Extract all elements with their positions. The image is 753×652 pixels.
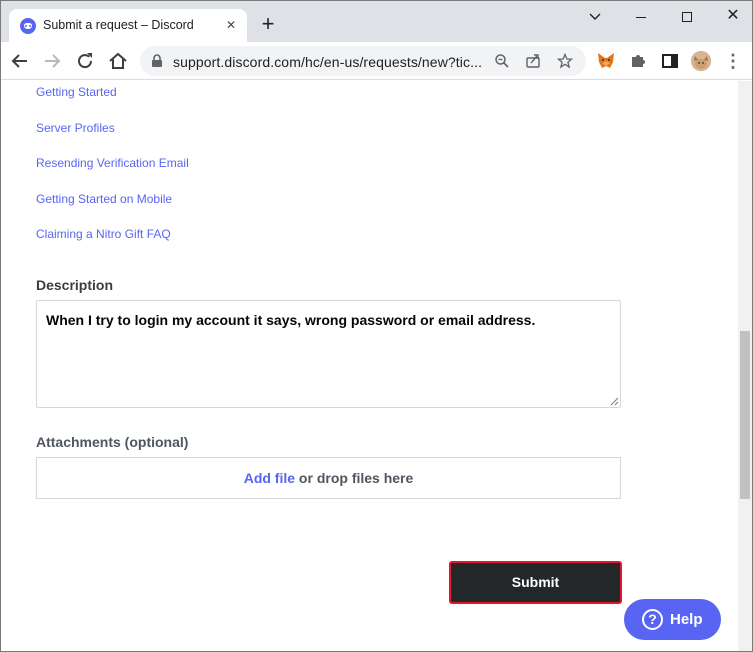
home-icon[interactable] — [107, 50, 129, 72]
forward-icon[interactable] — [41, 50, 63, 72]
description-label: Description — [36, 277, 114, 293]
profile-avatar[interactable] — [691, 51, 711, 71]
tab-search-chevron-icon[interactable] — [572, 3, 618, 29]
resize-handle-icon[interactable] — [610, 397, 619, 406]
share-icon[interactable] — [525, 53, 541, 69]
article-link-nitro-gift-faq[interactable]: Claiming a Nitro Gift FAQ — [36, 227, 171, 241]
tab-close-icon[interactable]: ✕ — [223, 17, 239, 33]
maximize-icon — [682, 12, 692, 23]
url-text[interactable]: support.discord.com/hc/en-us/requests/ne… — [173, 54, 482, 70]
puzzle-icon[interactable] — [628, 51, 648, 71]
kebab-menu-icon[interactable]: ⋮ — [723, 51, 743, 71]
address-bar[interactable]: support.discord.com/hc/en-us/requests/ne… — [140, 46, 586, 76]
minimize-icon — [636, 16, 646, 18]
help-button[interactable]: ? Help — [624, 599, 721, 640]
star-icon[interactable] — [556, 52, 574, 69]
minimize-button[interactable] — [618, 3, 664, 29]
back-icon[interactable] — [9, 50, 31, 72]
tab-strip: Submit a request – Discord ✕ + ✕ — [1, 1, 752, 42]
lock-icon[interactable] — [150, 54, 164, 68]
submit-button[interactable]: Submit — [449, 561, 622, 604]
article-link-server-profiles[interactable]: Server Profiles — [36, 121, 115, 135]
article-link-resending-verification-email[interactable]: Resending Verification Email — [36, 156, 189, 170]
browser-toolbar: support.discord.com/hc/en-us/requests/ne… — [1, 42, 752, 80]
attachment-dropzone[interactable]: Add file or drop files here — [36, 457, 621, 499]
attachments-label: Attachments (optional) — [36, 434, 189, 450]
description-text[interactable]: When I try to login my account it says, … — [46, 312, 535, 328]
article-link-getting-started-mobile[interactable]: Getting Started on Mobile — [36, 192, 172, 206]
window-close-button[interactable]: ✕ — [710, 3, 752, 29]
add-file-link[interactable]: Add file — [244, 470, 295, 486]
tab-title: Submit a request – Discord — [43, 18, 194, 32]
help-label: Help — [670, 611, 703, 628]
vertical-scrollbar[interactable] — [738, 81, 752, 651]
maximize-button[interactable] — [664, 3, 710, 29]
article-link-getting-started[interactable]: Getting Started — [36, 85, 117, 99]
metamask-fox-icon[interactable] — [596, 51, 616, 71]
page-content: Getting Started Server Profiles Resendin… — [1, 81, 738, 651]
side-panel-icon[interactable] — [660, 51, 680, 71]
submit-button-label[interactable]: Submit — [452, 564, 619, 601]
browser-window: Submit a request – Discord ✕ + ✕ support… — [0, 0, 753, 652]
description-textarea[interactable]: When I try to login my account it says, … — [36, 300, 621, 408]
discord-favicon-icon — [20, 18, 36, 34]
new-tab-button[interactable]: + — [257, 13, 279, 35]
scrollbar-thumb[interactable] — [740, 331, 750, 499]
tab-discord-submit-request[interactable]: Submit a request – Discord ✕ — [9, 9, 247, 42]
help-question-icon: ? — [642, 609, 663, 630]
drop-files-text: or drop files here — [295, 470, 414, 486]
zoom-icon[interactable] — [494, 53, 510, 69]
reload-icon[interactable] — [74, 50, 96, 72]
